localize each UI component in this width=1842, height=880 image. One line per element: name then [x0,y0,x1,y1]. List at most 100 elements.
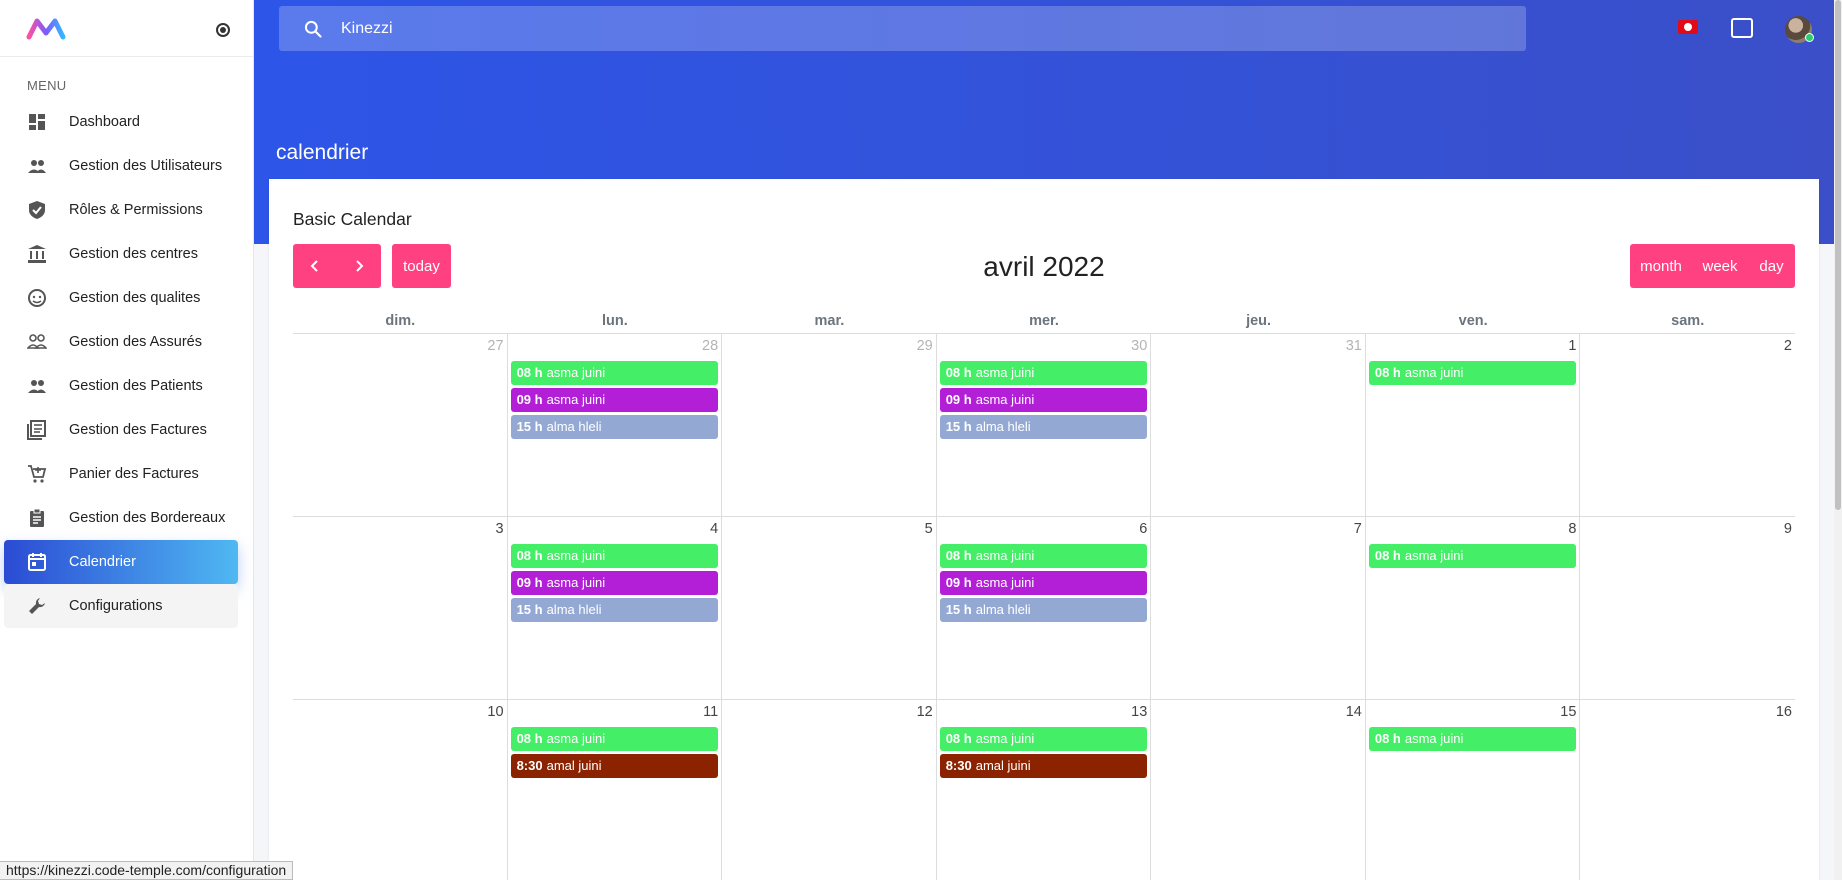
day-cell[interactable]: 1 08 h asma juini [1366,334,1581,516]
day-cell[interactable]: 15 08 h asma juini [1366,700,1581,880]
day-cell[interactable]: 12 [722,700,937,880]
calendar-event[interactable]: 15 h alma hleli [510,598,719,622]
day-number[interactable]: 15 [1560,704,1576,720]
day-events: 08 h asma juini 8:30 amal juini [939,727,1148,781]
search-bar[interactable] [279,6,1526,51]
week-view-button[interactable]: week [1692,244,1748,288]
event-title: alma hleli [546,602,602,617]
calendar-event[interactable]: 09 h asma juini [510,571,719,595]
day-cell[interactable]: 4 08 h asma juini 09 h asma juini 15 h alma hl… [508,517,723,699]
event-time: 15 h [945,602,972,617]
calendar-event[interactable]: 08 h asma juini [510,727,719,751]
search-icon[interactable] [303,19,323,39]
day-events: 08 h asma juini 09 h asma juini 15 h alma hle… [939,361,1148,442]
day-cell[interactable]: 10 [293,700,508,880]
calendar-event[interactable]: 08 h asma juini [510,361,719,385]
day-cell[interactable]: 5 [722,517,937,699]
sidebar-item-gestion-des-patients[interactable]: Gestion des Patients [4,364,238,408]
sidebar-toggle-icon[interactable] [216,23,230,37]
app-logo[interactable] [26,16,66,40]
day-number[interactable]: 3 [495,521,503,537]
day-cell[interactable]: 11 08 h asma juini 8:30 amal juini [508,700,723,880]
calendar-event[interactable]: 8:30 amal juini [510,754,719,778]
day-number[interactable]: 31 [1346,338,1362,354]
sidebar-item-rôles-permissions[interactable]: Rôles & Permissions [4,188,238,232]
day-cell[interactable]: 9 [1580,517,1795,699]
day-number[interactable]: 8 [1568,521,1576,537]
users-icon [27,156,47,176]
event-title: asma juini [1404,548,1464,563]
day-cell[interactable]: 30 08 h asma juini 09 h asma juini 15 h alma h… [937,334,1152,516]
fullscreen-icon[interactable] [1731,18,1753,38]
calendar-event[interactable]: 15 h alma hleli [939,415,1148,439]
sidebar-item-gestion-des-bordereaux[interactable]: Gestion des Bordereaux [4,496,238,540]
event-time: 08 h [1374,548,1401,563]
day-cell[interactable]: 3 [293,517,508,699]
day-number[interactable]: 2 [1784,338,1792,354]
event-time: 15 h [516,419,543,434]
event-title: asma juini [546,575,606,590]
calendar-event[interactable]: 08 h asma juini [939,727,1148,751]
sidebar-item-panier-des-factures[interactable]: Panier des Factures [4,452,238,496]
calendar-event[interactable]: 08 h asma juini [1368,727,1577,751]
sidebar-item-calendrier[interactable]: Calendrier [4,540,238,584]
day-view-button[interactable]: day [1748,244,1795,288]
day-number[interactable]: 7 [1354,521,1362,537]
scrollbar-thumb[interactable] [1835,0,1841,510]
day-number[interactable]: 29 [917,338,933,354]
day-cell[interactable]: 2 [1580,334,1795,516]
calendar-event[interactable]: 15 h alma hleli [510,415,719,439]
day-cell[interactable]: 7 [1151,517,1366,699]
day-number[interactable]: 28 [702,338,718,354]
day-cell[interactable]: 6 08 h asma juini 09 h asma juini 15 h alma hl… [937,517,1152,699]
sidebar: MENU Dashboard Gestion des Utilisateurs Rô… [0,0,254,880]
day-number[interactable]: 6 [1139,521,1147,537]
calendar-event[interactable]: 09 h asma juini [939,388,1148,412]
calendar-event[interactable]: 08 h asma juini [939,361,1148,385]
calendar-event[interactable]: 08 h asma juini [939,544,1148,568]
day-number[interactable]: 16 [1776,704,1792,720]
day-number[interactable]: 14 [1346,704,1362,720]
day-number[interactable]: 1 [1568,338,1576,354]
calendar-event[interactable]: 08 h asma juini [1368,361,1577,385]
sidebar-item-gestion-des-assurés[interactable]: Gestion des Assurés [4,320,238,364]
event-time: 08 h [516,548,543,563]
day-cell[interactable]: 28 08 h asma juini 09 h asma juini 15 h alma h… [508,334,723,516]
calendar-event[interactable]: 8:30 amal juini [939,754,1148,778]
sidebar-item-dashboard[interactable]: Dashboard [4,100,238,144]
calendar-event[interactable]: 09 h asma juini [939,571,1148,595]
tunisia-flag-icon[interactable] [1678,20,1698,34]
event-time: 09 h [516,392,543,407]
sidebar-item-gestion-des-utilisateurs[interactable]: Gestion des Utilisateurs [4,144,238,188]
face-icon [27,288,47,308]
day-cell[interactable]: 29 [722,334,937,516]
month-view-button[interactable]: month [1630,244,1692,288]
calendar-card: Basic Calendar today avril 2022 month we… [269,179,1819,880]
search-input[interactable] [341,19,1241,38]
day-number[interactable]: 9 [1784,521,1792,537]
day-number[interactable]: 27 [487,338,503,354]
sidebar-item-gestion-des-centres[interactable]: Gestion des centres [4,232,238,276]
day-cell[interactable]: 13 08 h asma juini 8:30 amal juini [937,700,1152,880]
day-number[interactable]: 5 [925,521,933,537]
day-number[interactable]: 12 [917,704,933,720]
day-cell[interactable]: 14 [1151,700,1366,880]
sidebar-item-gestion-des-factures[interactable]: Gestion des Factures [4,408,238,452]
day-number[interactable]: 13 [1131,704,1147,720]
wrench-icon [27,596,47,616]
calendar-event[interactable]: 09 h asma juini [510,388,719,412]
day-number[interactable]: 4 [710,521,718,537]
day-cell[interactable]: 27 [293,334,508,516]
day-number[interactable]: 30 [1131,338,1147,354]
week-row: 3 4 08 h asma juini 09 h asma juini 15 h alma h… [293,517,1795,700]
calendar-event[interactable]: 08 h asma juini [1368,544,1577,568]
day-number[interactable]: 10 [487,704,503,720]
sidebar-item-gestion-des-qualites[interactable]: Gestion des qualites [4,276,238,320]
calendar-event[interactable]: 08 h asma juini [510,544,719,568]
day-cell[interactable]: 31 [1151,334,1366,516]
calendar-event[interactable]: 15 h alma hleli [939,598,1148,622]
day-number[interactable]: 11 [703,704,718,720]
day-cell[interactable]: 8 08 h asma juini [1366,517,1581,699]
day-cell[interactable]: 16 [1580,700,1795,880]
sidebar-item-configurations[interactable]: Configurations [4,584,238,628]
